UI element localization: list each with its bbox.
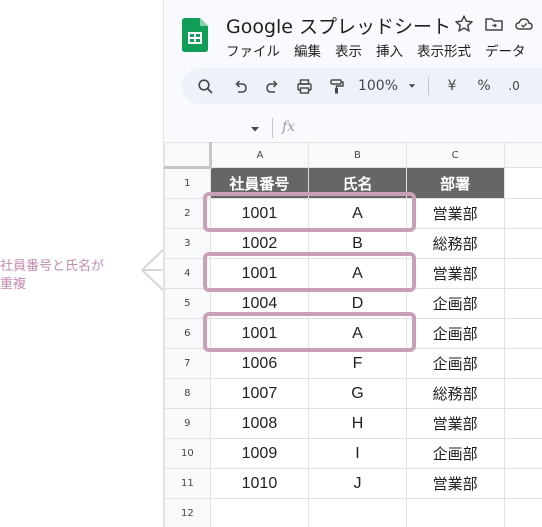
currency-symbol: ¥ [447,78,457,94]
empty-cell[interactable] [503,468,542,499]
star-icon[interactable] [454,14,474,34]
paint-format-icon[interactable] [322,68,350,104]
duplicate-annotation: 社員番号と氏名が 重複 [0,258,104,294]
empty-cell[interactable] [503,348,542,379]
cell-name[interactable]: G [308,378,407,409]
zoom-dropdown-icon[interactable] [404,68,420,104]
menu-insert[interactable]: 挿入 [376,40,403,60]
percent-format-button[interactable]: % [472,68,496,104]
header-cell-department[interactable]: 部署 [405,167,505,199]
percent-symbol: % [477,78,491,94]
menu-data[interactable]: データ [485,40,526,60]
menu-bar: ファイル 編集 表示 挿入 表示形式 データ [226,40,540,60]
print-icon[interactable] [290,68,318,104]
empty-cell[interactable] [503,318,542,349]
cell-department[interactable]: 総務部 [405,378,505,409]
cell-department[interactable]: 営業部 [405,408,505,439]
toolbar-divider [428,77,429,95]
column-header-b[interactable]: B [308,142,407,168]
empty-cell[interactable] [308,498,407,527]
redo-icon[interactable] [258,68,286,104]
formula-bar: fx [164,116,542,142]
menu-view[interactable]: 表示 [335,40,362,60]
cell-department[interactable]: 企画部 [405,438,505,469]
menu-file[interactable]: ファイル [226,40,280,60]
name-box-dropdown-icon[interactable] [250,124,260,134]
duplicate-highlight-row-6 [203,312,416,352]
empty-cell[interactable] [209,498,310,527]
duplicate-highlight-row-2 [203,192,416,232]
cell-department[interactable]: 企画部 [405,318,505,349]
search-menus-icon[interactable] [190,68,220,104]
empty-cell[interactable] [405,498,505,527]
cell-employee-id[interactable]: 1007 [209,378,310,409]
row-header[interactable]: 10 [164,438,211,469]
empty-cell[interactable] [503,258,542,289]
cell-department[interactable]: 営業部 [405,258,505,289]
cell-department[interactable]: 企画部 [405,348,505,379]
row-header[interactable]: 12 [164,498,211,527]
menu-format[interactable]: 表示形式 [417,40,471,60]
cell-employee-id[interactable]: 1008 [209,408,310,439]
row-header[interactable]: 9 [164,408,211,439]
cell-name[interactable]: F [308,348,407,379]
app-title: Google スプレッドシート [226,16,452,38]
select-all-corner[interactable] [164,142,212,169]
column-header-d[interactable] [503,142,542,168]
empty-cell[interactable] [503,198,542,229]
cell-name[interactable]: H [308,408,407,439]
move-folder-icon[interactable] [484,14,504,34]
decimal-label: .0 [508,79,520,93]
cell-employee-id[interactable]: 1009 [209,438,310,469]
row-header[interactable]: 7 [164,348,211,379]
toolbar: 100% ¥ % .0 [182,68,542,104]
duplicate-highlight-row-4 [203,252,416,292]
empty-cell[interactable] [503,498,542,527]
annotation-line-1: 社員番号と氏名が [0,259,105,274]
cell-department[interactable]: 営業部 [405,198,505,229]
fx-icon: fx [282,119,296,135]
column-header-a[interactable]: A [209,142,310,168]
cell-employee-id[interactable]: 1006 [209,348,310,379]
annotation-line-2: 重複 [0,277,27,292]
empty-cell[interactable] [503,438,542,469]
empty-cell[interactable] [503,167,542,199]
row-header[interactable]: 11 [164,468,211,499]
cell-employee-id[interactable]: 1010 [209,468,310,499]
undo-icon[interactable] [226,68,254,104]
cell-name[interactable]: I [308,438,407,469]
decrease-decimal-button[interactable]: .0 [500,68,528,104]
empty-cell[interactable] [503,378,542,409]
menu-edit[interactable]: 編集 [294,40,321,60]
zoom-select[interactable]: 100% [356,68,400,104]
column-header-c[interactable]: C [405,142,505,168]
cloud-saved-icon[interactable] [514,14,534,34]
row-header[interactable]: 8 [164,378,211,409]
cell-name[interactable]: J [308,468,407,499]
cell-department[interactable]: 総務部 [405,228,505,259]
formula-divider [272,118,273,138]
zoom-value: 100% [357,78,399,94]
currency-format-button[interactable]: ¥ [440,68,464,104]
empty-cell[interactable] [503,228,542,259]
cell-department[interactable]: 企画部 [405,288,505,319]
cell-department[interactable]: 営業部 [405,468,505,499]
empty-cell[interactable] [503,288,542,319]
empty-cell[interactable] [503,408,542,439]
sheets-logo-icon[interactable] [182,18,208,52]
